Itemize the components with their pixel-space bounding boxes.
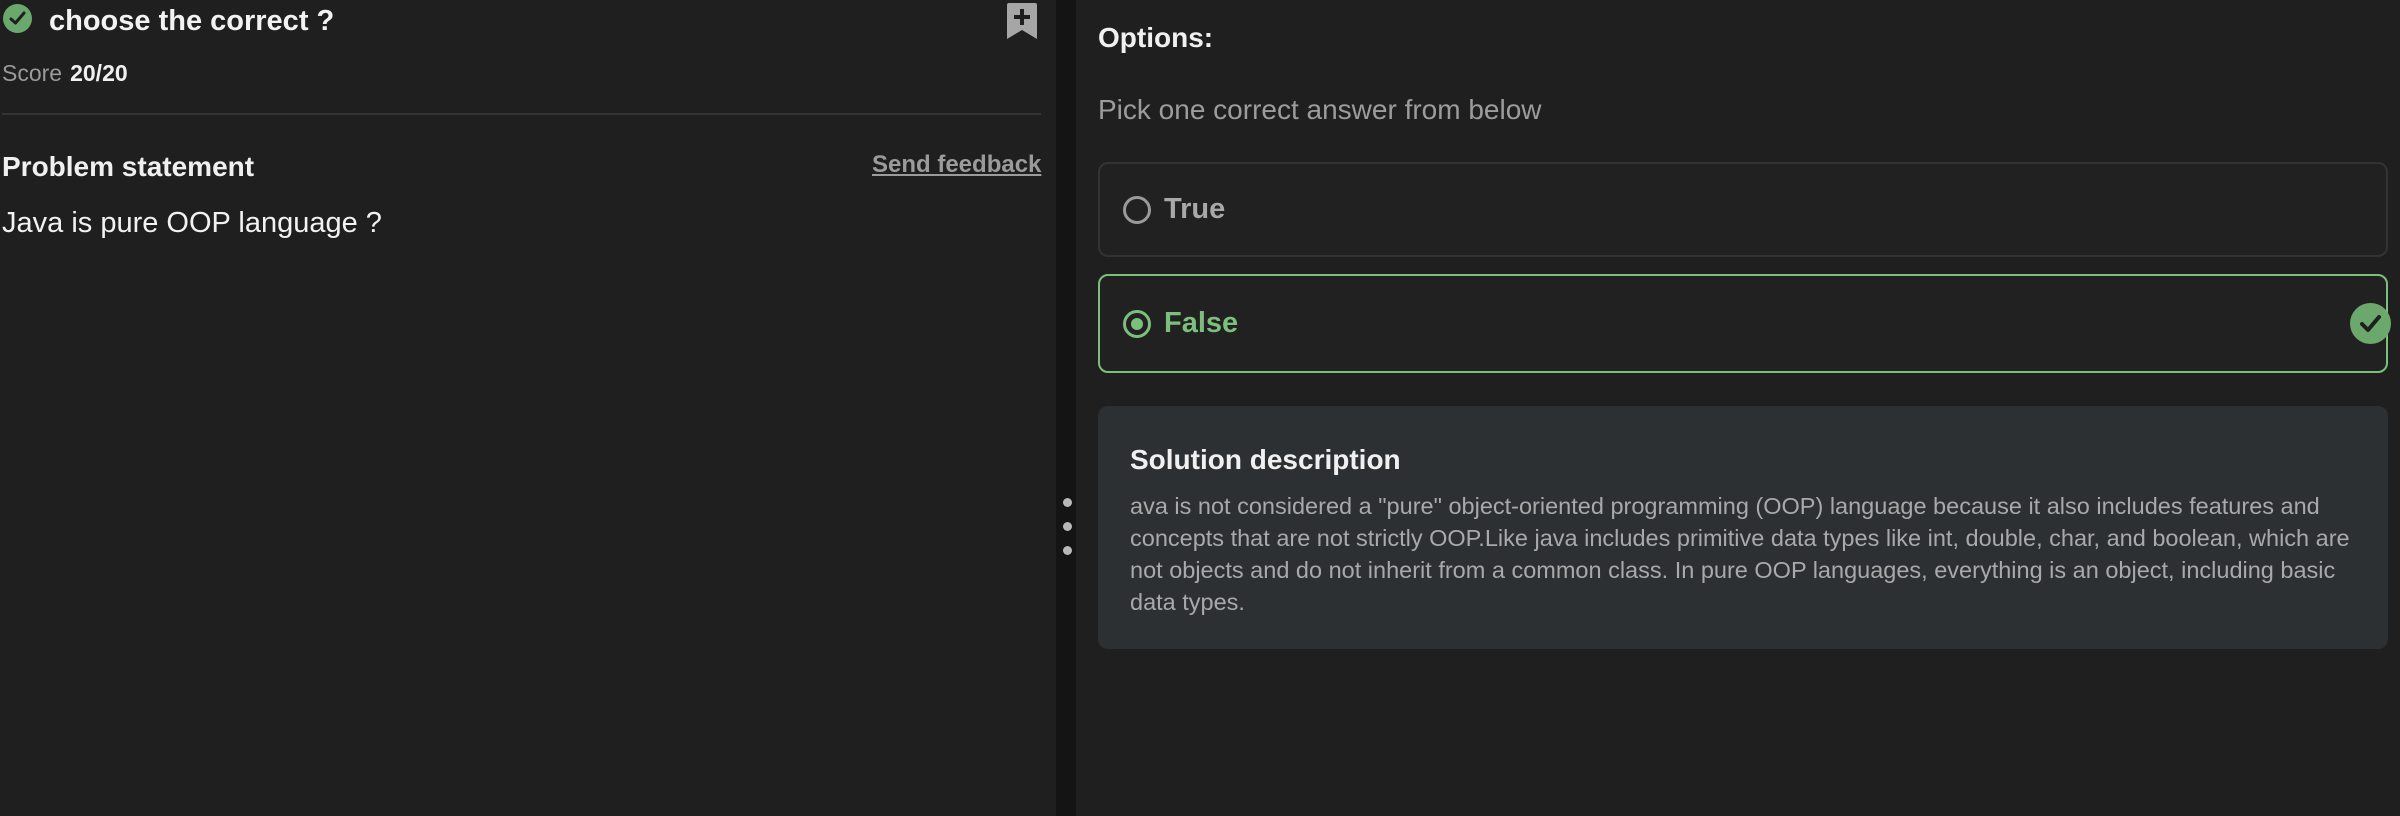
options-panel: Options: Pick one correct answer from be… <box>1076 0 2400 816</box>
drag-dot <box>1063 522 1072 531</box>
drag-handle-icon[interactable] <box>1060 498 1072 562</box>
problem-panel: choose the correct ? Score 20/20 Problem … <box>0 0 1056 816</box>
send-feedback-link[interactable]: Send feedback <box>872 148 1041 182</box>
bookmark-button[interactable] <box>1005 1 1039 41</box>
problem-statement-text: Java is pure OOP language ? <box>2 207 382 239</box>
solution-card: Solution description ava is not consider… <box>1098 406 2388 649</box>
score-row: Score 20/20 <box>2 56 128 90</box>
radio-unselected-icon[interactable] <box>1123 196 1151 224</box>
divider <box>2 113 1041 115</box>
solution-text: ava is not considered a "pure" object-or… <box>1130 493 2350 615</box>
score-label: Score <box>2 60 63 86</box>
radio-selected-icon[interactable] <box>1123 310 1151 338</box>
app-window: choose the correct ? Score 20/20 Problem … <box>0 0 2400 816</box>
option-true[interactable]: True <box>1098 162 2388 257</box>
drag-dot <box>1063 498 1072 507</box>
problem-title: choose the correct ? <box>49 5 335 37</box>
correct-check-icon <box>2350 303 2391 344</box>
option-false[interactable]: False <box>1098 274 2391 373</box>
options-instruction: Pick one correct answer from below <box>1098 94 1542 125</box>
options-heading: Options: <box>1098 22 1214 53</box>
solution-heading: Solution description <box>1130 444 1401 475</box>
option-label: False <box>1164 307 1239 339</box>
bookmark-add-icon <box>1007 3 1037 39</box>
check-circle-icon <box>3 4 32 33</box>
problem-statement-heading: Problem statement <box>2 151 255 182</box>
panel-splitter[interactable] <box>1056 0 1076 816</box>
radio-dot <box>1131 318 1143 330</box>
drag-dot <box>1063 546 1072 555</box>
score-value: 20/20 <box>70 60 128 86</box>
option-label: True <box>1164 193 1226 225</box>
